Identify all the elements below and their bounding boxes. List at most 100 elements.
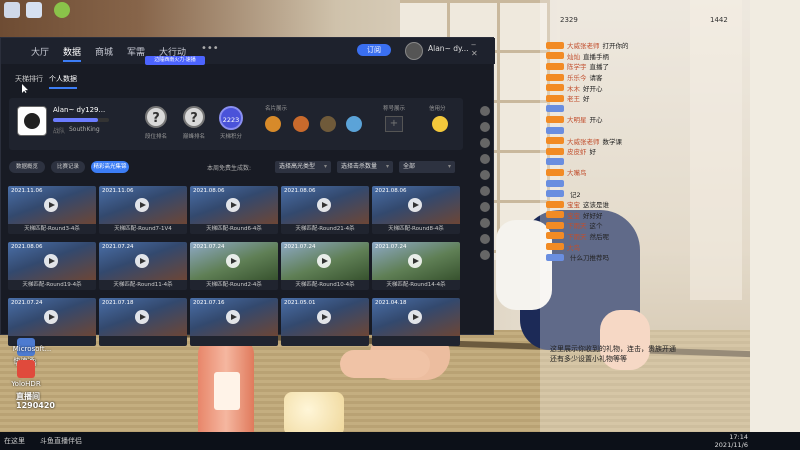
chat-user-name[interactable]: 陈学宇: [567, 61, 587, 71]
video-title: 天梯匹配-Round10-4杀: [281, 280, 369, 290]
video-card[interactable]: 2021.08.06 天梯匹配-Round8-4杀: [372, 186, 460, 234]
side-tool-icon[interactable]: [480, 234, 490, 244]
side-tool-icon[interactable]: [480, 122, 490, 132]
desktop-icon-yolohdr[interactable]: YoloHDR: [4, 360, 48, 388]
side-tool-icon[interactable]: [480, 170, 490, 180]
play-icon[interactable]: [44, 198, 58, 212]
video-card[interactable]: 2021.07.16: [190, 298, 278, 346]
video-card[interactable]: 2021.07.24 天梯匹配-Round14-4杀: [372, 242, 460, 290]
tab-ladder-rank[interactable]: 天梯排行: [15, 74, 43, 84]
rank-unknown-icon[interactable]: ?: [145, 106, 167, 128]
chat-message: [546, 157, 746, 168]
video-card[interactable]: 2021.07.18: [99, 298, 187, 346]
side-tool-icon[interactable]: [480, 186, 490, 196]
side-tool-icon[interactable]: [480, 138, 490, 148]
video-card[interactable]: 2021.11.06 天梯匹配-Round3-4杀: [8, 186, 96, 234]
desktop-top-icon[interactable]: [4, 2, 20, 18]
play-icon[interactable]: [408, 254, 422, 268]
all-dropdown[interactable]: 全部: [399, 161, 455, 173]
video-card[interactable]: 2021.07.24 天梯匹配-Round11-4杀: [99, 242, 187, 290]
video-date: 2021.07.24: [375, 244, 407, 250]
subscribe-button[interactable]: 订阅: [357, 44, 391, 56]
video-date: 2021.07.24: [284, 244, 316, 250]
chat-user-name[interactable]: 大嘴鸟: [567, 167, 587, 177]
medal-icon[interactable]: [320, 116, 336, 132]
desktop-top-icon[interactable]: [26, 2, 42, 18]
taskbar-app[interactable]: 斗鱼直播伴侣: [40, 436, 82, 446]
chat-user-name[interactable]: 宝宝: [567, 210, 580, 220]
add-title-button[interactable]: +: [385, 116, 403, 132]
user-level-badge: [546, 94, 564, 102]
chat-user-name[interactable]: 皮皮虾: [567, 146, 587, 156]
taskbar-clock[interactable]: 17:14 2021/11/6: [715, 433, 748, 449]
play-icon[interactable]: [408, 310, 422, 324]
chat-user-name[interactable]: 乐乐今: [567, 72, 587, 82]
tab-personal-data[interactable]: 个人数据: [49, 74, 77, 89]
desktop-icon-microsoft[interactable]: Microsoft...: [10, 345, 54, 353]
video-card[interactable]: 2021.08.06 天梯匹配-Round19-4杀: [8, 242, 96, 290]
chat-user-name[interactable]: 大鸟: [567, 242, 580, 252]
user-name[interactable]: Alan~ dy...: [428, 44, 469, 53]
video-card[interactable]: 2021.04.18: [372, 298, 460, 346]
video-card[interactable]: 2021.07.24 天梯匹配-Round2-4杀: [190, 242, 278, 290]
chat-user-name[interactable]: 下雨天: [567, 220, 587, 230]
play-icon[interactable]: [317, 198, 331, 212]
kill-count-dropdown[interactable]: 选择击杀数量: [337, 161, 393, 173]
chat-user-name[interactable]: 老王: [567, 93, 580, 103]
play-icon[interactable]: [408, 198, 422, 212]
ladder-score-badge[interactable]: 2223: [219, 106, 243, 130]
chat-user-name[interactable]: 大明星: [567, 114, 587, 124]
guild-name[interactable]: SouthKing: [69, 126, 100, 133]
side-tool-icon[interactable]: [480, 202, 490, 212]
event-banner[interactable]: 边陲西南火力·速播: [145, 56, 205, 65]
credit-smiley-icon[interactable]: [432, 116, 448, 132]
peak-rank-unknown-icon[interactable]: ?: [183, 106, 205, 128]
play-icon[interactable]: [226, 198, 240, 212]
video-card[interactable]: 2021.07.24 天梯匹配-Round10-4杀: [281, 242, 369, 290]
nav-tab-lobby[interactable]: 大厅: [31, 45, 49, 58]
play-icon[interactable]: [317, 310, 331, 324]
desktop-top-icon[interactable]: [54, 2, 70, 18]
chat-text: 记2: [570, 190, 581, 199]
play-icon[interactable]: [317, 254, 331, 268]
chat-list[interactable]: 大威张老师 打开你的 灿灿 直播手柄 陈学宇 直播了 乐乐今 请客 木木 好开心 老王好大明星 开心大…: [546, 40, 746, 300]
side-tool-icon[interactable]: [480, 218, 490, 228]
background-toy: [284, 392, 344, 436]
play-icon[interactable]: [135, 310, 149, 324]
medal-icon[interactable]: [265, 116, 281, 132]
chat-user-name[interactable]: 灿灿: [567, 51, 580, 61]
side-tool-icon[interactable]: [480, 154, 490, 164]
medal-icon[interactable]: [346, 116, 362, 132]
video-card[interactable]: 2021.08.06 天梯匹配-Round21-4杀: [281, 186, 369, 234]
play-icon[interactable]: [226, 310, 240, 324]
taskbar-search[interactable]: 在这里: [4, 436, 25, 446]
side-tool-icon[interactable]: [480, 106, 490, 116]
chat-user-name[interactable]: 木木: [567, 83, 580, 93]
match-records-button[interactable]: 比赛记录: [51, 161, 85, 173]
more-menu-icon[interactable]: •••: [201, 43, 219, 54]
video-card[interactable]: 2021.08.06 天梯匹配-Round6-4杀: [190, 186, 278, 234]
medal-icon[interactable]: [293, 116, 309, 132]
highlight-type-dropdown[interactable]: 选择高光类型: [275, 161, 331, 173]
window-controls[interactable]: ‒ ✕: [471, 40, 495, 58]
chat-user-name[interactable]: 大威张老师: [567, 40, 600, 50]
overview-button[interactable]: 数据概览: [9, 161, 45, 173]
nav-tab-supply[interactable]: 军需: [127, 45, 145, 58]
play-icon[interactable]: [135, 198, 149, 212]
play-icon[interactable]: [44, 310, 58, 324]
play-icon[interactable]: [135, 254, 149, 268]
nav-tab-data[interactable]: 数据: [63, 45, 82, 62]
play-icon[interactable]: [44, 254, 58, 268]
side-tool-icon[interactable]: [480, 250, 490, 260]
chat-user-name[interactable]: 大威张老师: [567, 136, 600, 146]
user-avatar[interactable]: [405, 42, 423, 60]
chat-user-name[interactable]: 宝宝: [567, 199, 580, 209]
video-card[interactable]: 2021.11.06 天梯匹配-Round7-1V4: [99, 186, 187, 234]
chat-user-name[interactable]: 下雨天: [567, 231, 587, 241]
play-icon[interactable]: [226, 254, 240, 268]
highlights-button[interactable]: 精彩高光集锦: [91, 161, 129, 173]
player-avatar[interactable]: [17, 106, 47, 136]
nav-tab-store[interactable]: 商城: [95, 45, 113, 58]
video-card[interactable]: 2021.05.01: [281, 298, 369, 346]
chat-message: 下雨天 然后呢: [546, 231, 746, 242]
